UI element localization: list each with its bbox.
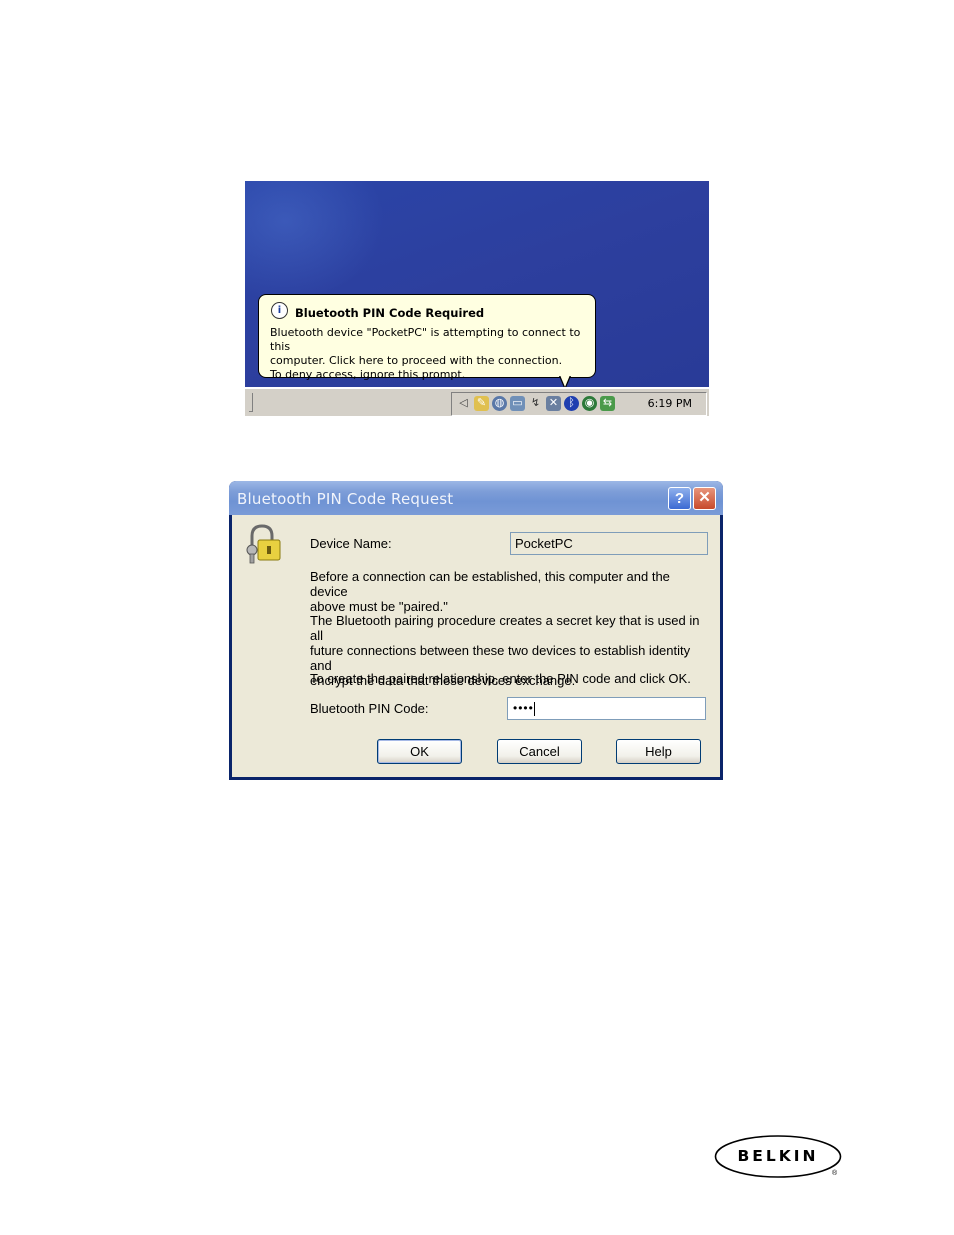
title-bar[interactable]: Bluetooth PIN Code Request ? ✕ xyxy=(229,481,723,515)
display-icon[interactable]: ▭ xyxy=(510,396,525,411)
system-tray: ◁ ✎ ◍ ▭ ↯ ✕ ᛒ ◉ ⇆ 6:19 PM xyxy=(451,392,707,416)
balloon-message: Bluetooth device "PocketPC" is attemptin… xyxy=(270,326,590,382)
cancel-button[interactable]: Cancel xyxy=(497,739,582,764)
pin-code-input[interactable]: •••• xyxy=(507,697,706,720)
ok-button[interactable]: OK xyxy=(377,739,462,764)
volume-icon[interactable]: ◁ xyxy=(456,396,471,411)
bluetooth-notification-balloon[interactable]: i Bluetooth PIN Code Required Bluetooth … xyxy=(258,294,596,381)
registered-mark: ® xyxy=(832,1170,838,1177)
device-name-label: Device Name: xyxy=(310,536,392,551)
pin-code-request-dialog: Bluetooth PIN Code Request ? ✕ Device Na… xyxy=(229,481,723,780)
update-icon[interactable]: ◉ xyxy=(582,396,597,411)
safely-remove-icon[interactable]: ⇆ xyxy=(600,396,615,411)
network-disconnected-icon[interactable]: ✕ xyxy=(546,396,561,411)
help-button[interactable]: Help xyxy=(616,739,701,764)
belkin-logo-text: BELKIN xyxy=(737,1147,819,1165)
taskbar: ◁ ✎ ◍ ▭ ↯ ✕ ᛒ ◉ ⇆ 6:19 PM xyxy=(245,387,709,416)
close-icon[interactable]: ✕ xyxy=(693,487,716,510)
clock[interactable]: 6:19 PM xyxy=(648,397,692,410)
text-line: The Bluetooth pairing procedure creates … xyxy=(310,613,700,643)
text-caret xyxy=(533,701,535,716)
balloon-line: computer. Click here to proceed with the… xyxy=(270,354,563,367)
desktop-wallpaper xyxy=(245,181,385,301)
taskbar-button-edge[interactable] xyxy=(249,393,253,412)
dialog-title: Bluetooth PIN Code Request xyxy=(237,490,454,508)
padlock-keys-icon xyxy=(246,524,281,564)
device-name-field: PocketPC xyxy=(510,532,708,555)
balloon-title: Bluetooth PIN Code Required xyxy=(295,306,485,320)
balloon-line: To deny access, ignore this prompt. xyxy=(270,368,466,381)
pin-code-label: Bluetooth PIN Code: xyxy=(310,701,429,716)
text-line: Before a connection can be established, … xyxy=(310,569,670,599)
help-icon[interactable]: ? xyxy=(668,487,691,510)
bluetooth-icon[interactable]: ᛒ xyxy=(564,396,579,411)
pin-code-value: •••• xyxy=(513,701,534,715)
dialog-body: Device Name: PocketPC Before a connectio… xyxy=(232,515,720,777)
network-globe-icon[interactable]: ◍ xyxy=(492,396,507,411)
desktop-screenshot: i Bluetooth PIN Code Required Bluetooth … xyxy=(245,181,709,416)
info-icon: i xyxy=(271,302,288,319)
balloon-tail-fill xyxy=(560,375,570,387)
text-line: above must be "paired." xyxy=(310,599,448,614)
pairing-intro-text: Before a connection can be established, … xyxy=(310,569,710,614)
pairing-instruction-text: To create the paired relationship, enter… xyxy=(310,671,691,686)
text-line: future connections between these two dev… xyxy=(310,643,691,673)
pen-icon[interactable]: ✎ xyxy=(474,396,489,411)
connection-icon[interactable]: ↯ xyxy=(528,396,543,411)
balloon-line: Bluetooth device "PocketPC" is attemptin… xyxy=(270,326,581,353)
